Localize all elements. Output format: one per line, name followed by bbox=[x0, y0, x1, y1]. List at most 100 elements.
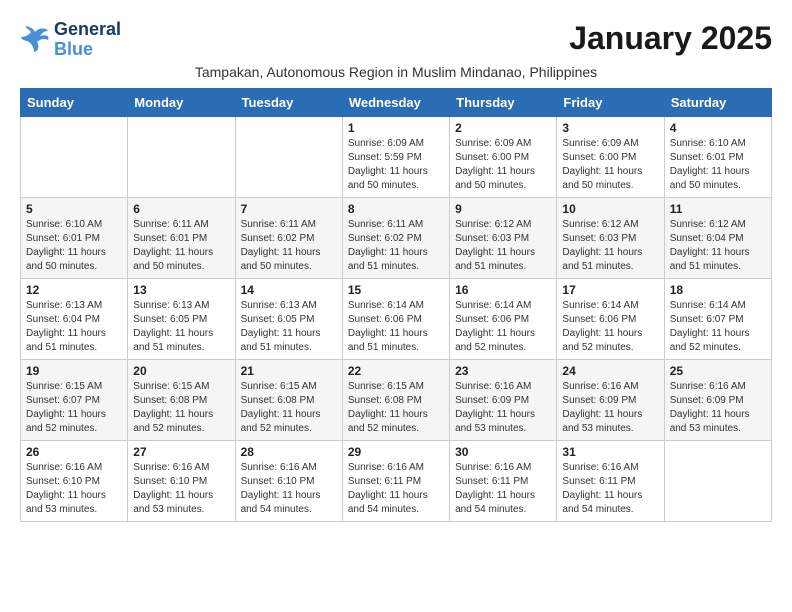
day-number: 24 bbox=[562, 364, 658, 378]
day-number: 22 bbox=[348, 364, 444, 378]
day-number: 4 bbox=[670, 121, 766, 135]
calendar-cell: 5 Sunrise: 6:10 AMSunset: 6:01 PMDaylight… bbox=[21, 197, 128, 278]
weekday-header-monday: Monday bbox=[128, 88, 235, 116]
day-number: 28 bbox=[241, 445, 337, 459]
day-number: 19 bbox=[26, 364, 122, 378]
calendar-cell: 1 Sunrise: 6:09 AMSunset: 5:59 PMDaylight… bbox=[342, 116, 449, 197]
calendar-cell: 14Sunrise: 6:13 AMSunset: 6:05 PMDayligh… bbox=[235, 278, 342, 359]
calendar-cell: 22 Sunrise: 6:15 AMSunset: 6:08 PMDayligh… bbox=[342, 359, 449, 440]
day-info: Sunrise: 6:09 AMSunset: 5:59 PMDaylight:… bbox=[348, 137, 444, 193]
calendar-cell: 25 Sunrise: 6:16 AMSunset: 6:09 PMDayligh… bbox=[664, 359, 771, 440]
calendar-cell: 24 Sunrise: 6:16 AMSunset: 6:09 PMDayligh… bbox=[557, 359, 664, 440]
calendar-cell: 8 Sunrise: 6:11 AMSunset: 6:02 PMDaylight… bbox=[342, 197, 449, 278]
calendar-cell: 26Sunrise: 6:16 AMSunset: 6:10 PMDayligh… bbox=[21, 440, 128, 521]
day-info: Sunrise: 6:16 AMSunset: 6:11 PMDaylight:… bbox=[348, 461, 444, 517]
day-number: 7 bbox=[241, 202, 337, 216]
calendar-cell bbox=[21, 116, 128, 197]
calendar-cell: 28 Sunrise: 6:16 AMSunset: 6:10 PMDayligh… bbox=[235, 440, 342, 521]
day-info: Sunrise: 6:13 AMSunset: 6:04 PMDaylight:… bbox=[26, 299, 122, 355]
day-number: 31 bbox=[562, 445, 658, 459]
day-number: 5 bbox=[26, 202, 122, 216]
day-info: Sunrise: 6:09 AMSunset: 6:00 PMDaylight:… bbox=[455, 137, 551, 193]
day-number: 27 bbox=[133, 445, 229, 459]
day-number: 1 bbox=[348, 121, 444, 135]
day-info: Sunrise: 6:16 AMSunset: 6:09 PMDaylight:… bbox=[562, 380, 658, 436]
calendar-cell: 4 Sunrise: 6:10 AMSunset: 6:01 PMDaylight… bbox=[664, 116, 771, 197]
day-info: Sunrise: 6:10 AMSunset: 6:01 PMDaylight:… bbox=[26, 218, 122, 274]
day-number: 11 bbox=[670, 202, 766, 216]
calendar-cell bbox=[664, 440, 771, 521]
day-info: Sunrise: 6:16 AMSunset: 6:10 PMDaylight:… bbox=[133, 461, 229, 517]
calendar-cell: 6 Sunrise: 6:11 AMSunset: 6:01 PMDaylight… bbox=[128, 197, 235, 278]
calendar-subtitle: Tampakan, Autonomous Region in Muslim Mi… bbox=[20, 64, 772, 80]
day-info: Sunrise: 6:12 AMSunset: 6:03 PMDaylight:… bbox=[455, 218, 551, 274]
day-info: Sunrise: 6:11 AMSunset: 6:02 PMDaylight:… bbox=[241, 218, 337, 274]
day-number: 20 bbox=[133, 364, 229, 378]
day-info: Sunrise: 6:12 AMSunset: 6:03 PMDaylight:… bbox=[562, 218, 658, 274]
day-info: Sunrise: 6:12 AMSunset: 6:04 PMDaylight:… bbox=[670, 218, 766, 274]
day-number: 13 bbox=[133, 283, 229, 297]
day-number: 18 bbox=[670, 283, 766, 297]
calendar-cell bbox=[128, 116, 235, 197]
day-info: Sunrise: 6:14 AMSunset: 6:06 PMDaylight:… bbox=[348, 299, 444, 355]
day-number: 12 bbox=[26, 283, 122, 297]
day-number: 21 bbox=[241, 364, 337, 378]
day-number: 8 bbox=[348, 202, 444, 216]
day-info: Sunrise: 6:11 AMSunset: 6:02 PMDaylight:… bbox=[348, 218, 444, 274]
day-info: Sunrise: 6:14 AMSunset: 6:06 PMDaylight:… bbox=[455, 299, 551, 355]
weekday-header-thursday: Thursday bbox=[450, 88, 557, 116]
day-info: Sunrise: 6:11 AMSunset: 6:01 PMDaylight:… bbox=[133, 218, 229, 274]
calendar-cell bbox=[235, 116, 342, 197]
calendar-cell: 3 Sunrise: 6:09 AMSunset: 6:00 PMDaylight… bbox=[557, 116, 664, 197]
weekday-header-tuesday: Tuesday bbox=[235, 88, 342, 116]
calendar-cell: 31 Sunrise: 6:16 AMSunset: 6:11 PMDayligh… bbox=[557, 440, 664, 521]
day-info: Sunrise: 6:16 AMSunset: 6:11 PMDaylight:… bbox=[455, 461, 551, 517]
weekday-header-wednesday: Wednesday bbox=[342, 88, 449, 116]
calendar-cell: 16Sunrise: 6:14 AMSunset: 6:06 PMDayligh… bbox=[450, 278, 557, 359]
day-number: 9 bbox=[455, 202, 551, 216]
calendar-cell: 9 Sunrise: 6:12 AMSunset: 6:03 PMDaylight… bbox=[450, 197, 557, 278]
day-number: 6 bbox=[133, 202, 229, 216]
weekday-header-saturday: Saturday bbox=[664, 88, 771, 116]
day-info: Sunrise: 6:16 AMSunset: 6:09 PMDaylight:… bbox=[455, 380, 551, 436]
calendar-cell: 15 Sunrise: 6:14 AMSunset: 6:06 PMDayligh… bbox=[342, 278, 449, 359]
logo-text: General Blue bbox=[54, 20, 121, 60]
calendar-cell: 29 Sunrise: 6:16 AMSunset: 6:11 PMDayligh… bbox=[342, 440, 449, 521]
day-info: Sunrise: 6:16 AMSunset: 6:10 PMDaylight:… bbox=[241, 461, 337, 517]
calendar-table: SundayMondayTuesdayWednesdayThursdayFrid… bbox=[20, 88, 772, 522]
calendar-cell: 20 Sunrise: 6:15 AMSunset: 6:08 PMDayligh… bbox=[128, 359, 235, 440]
calendar-cell: 30Sunrise: 6:16 AMSunset: 6:11 PMDayligh… bbox=[450, 440, 557, 521]
calendar-cell: 19 Sunrise: 6:15 AMSunset: 6:07 PMDayligh… bbox=[21, 359, 128, 440]
calendar-cell: 18Sunrise: 6:14 AMSunset: 6:07 PMDayligh… bbox=[664, 278, 771, 359]
day-info: Sunrise: 6:14 AMSunset: 6:06 PMDaylight:… bbox=[562, 299, 658, 355]
day-number: 25 bbox=[670, 364, 766, 378]
calendar-cell: 27 Sunrise: 6:16 AMSunset: 6:10 PMDayligh… bbox=[128, 440, 235, 521]
calendar-cell: 13 Sunrise: 6:13 AMSunset: 6:05 PMDayligh… bbox=[128, 278, 235, 359]
weekday-header-friday: Friday bbox=[557, 88, 664, 116]
day-number: 3 bbox=[562, 121, 658, 135]
day-number: 14 bbox=[241, 283, 337, 297]
day-info: Sunrise: 6:16 AMSunset: 6:11 PMDaylight:… bbox=[562, 461, 658, 517]
calendar-cell: 11 Sunrise: 6:12 AMSunset: 6:04 PMDayligh… bbox=[664, 197, 771, 278]
calendar-cell: 23 Sunrise: 6:16 AMSunset: 6:09 PMDayligh… bbox=[450, 359, 557, 440]
day-number: 2 bbox=[455, 121, 551, 135]
calendar-cell: 2 Sunrise: 6:09 AMSunset: 6:00 PMDaylight… bbox=[450, 116, 557, 197]
day-info: Sunrise: 6:15 AMSunset: 6:08 PMDaylight:… bbox=[348, 380, 444, 436]
day-number: 23 bbox=[455, 364, 551, 378]
calendar-cell: 12 Sunrise: 6:13 AMSunset: 6:04 PMDayligh… bbox=[21, 278, 128, 359]
day-info: Sunrise: 6:16 AMSunset: 6:10 PMDaylight:… bbox=[26, 461, 122, 517]
day-info: Sunrise: 6:16 AMSunset: 6:09 PMDaylight:… bbox=[670, 380, 766, 436]
calendar-cell: 10Sunrise: 6:12 AMSunset: 6:03 PMDayligh… bbox=[557, 197, 664, 278]
logo: General Blue bbox=[20, 20, 121, 60]
calendar-cell: 21 Sunrise: 6:15 AMSunset: 6:08 PMDayligh… bbox=[235, 359, 342, 440]
day-number: 15 bbox=[348, 283, 444, 297]
day-info: Sunrise: 6:09 AMSunset: 6:00 PMDaylight:… bbox=[562, 137, 658, 193]
day-info: Sunrise: 6:15 AMSunset: 6:08 PMDaylight:… bbox=[241, 380, 337, 436]
day-info: Sunrise: 6:10 AMSunset: 6:01 PMDaylight:… bbox=[670, 137, 766, 193]
day-info: Sunrise: 6:15 AMSunset: 6:08 PMDaylight:… bbox=[133, 380, 229, 436]
calendar-cell: 7 Sunrise: 6:11 AMSunset: 6:02 PMDaylight… bbox=[235, 197, 342, 278]
day-info: Sunrise: 6:13 AMSunset: 6:05 PMDaylight:… bbox=[133, 299, 229, 355]
day-number: 29 bbox=[348, 445, 444, 459]
day-info: Sunrise: 6:15 AMSunset: 6:07 PMDaylight:… bbox=[26, 380, 122, 436]
weekday-header-sunday: Sunday bbox=[21, 88, 128, 116]
